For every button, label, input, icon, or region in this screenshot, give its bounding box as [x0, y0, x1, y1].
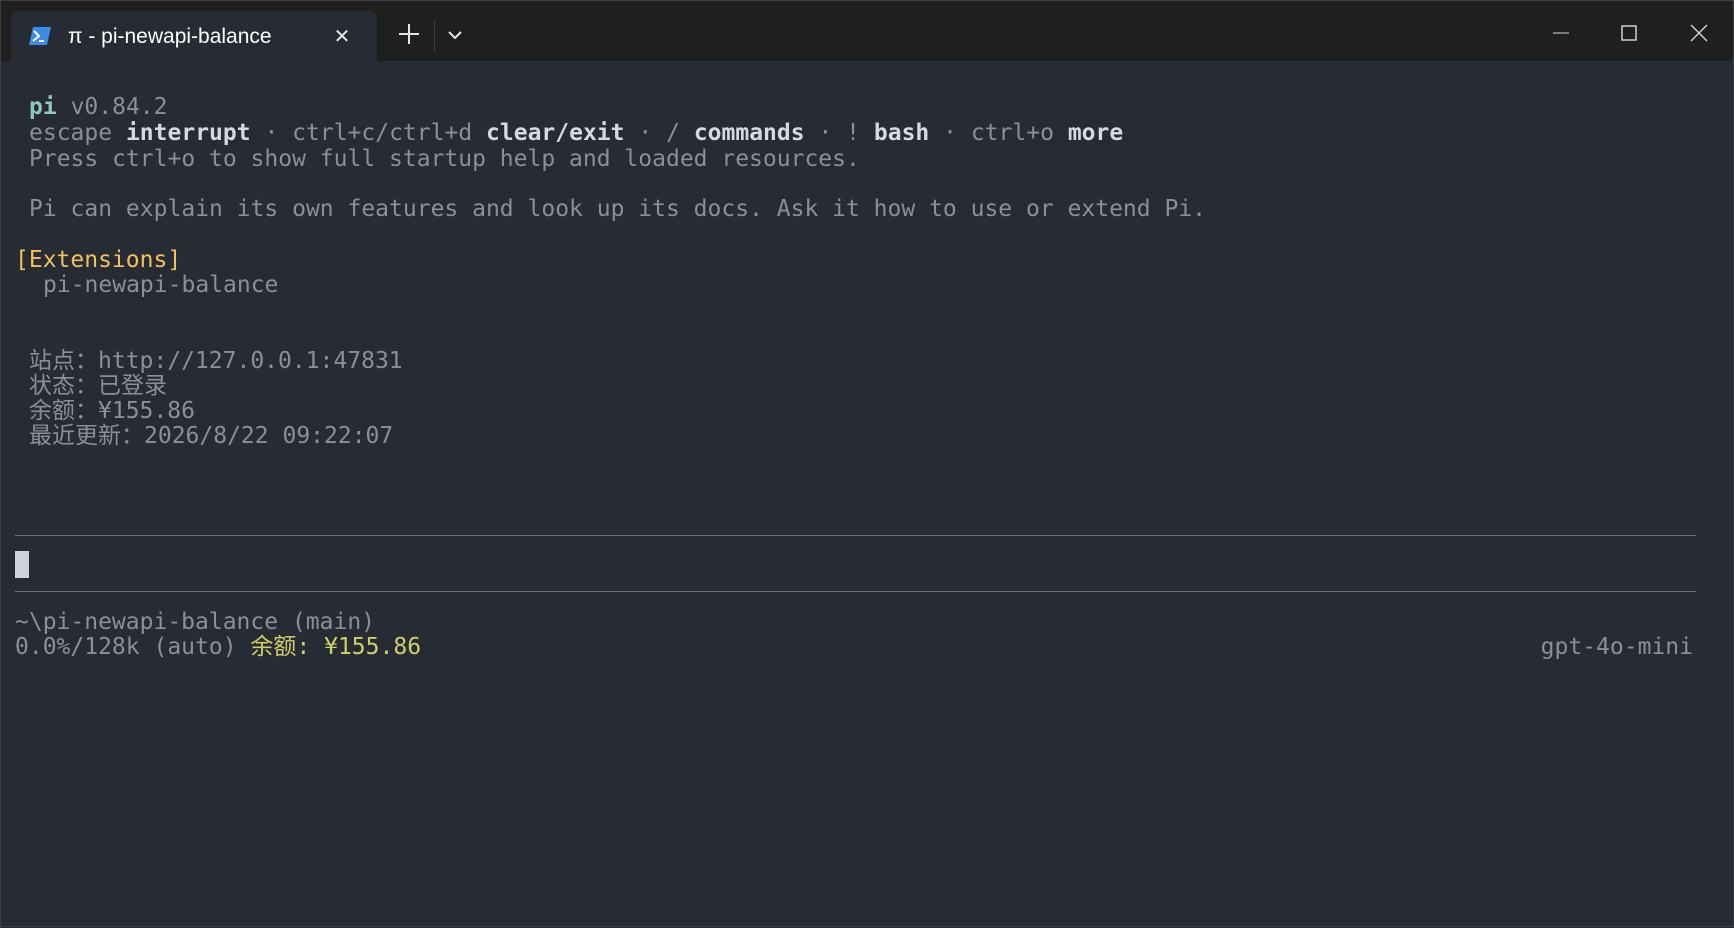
app-name: pi [29, 94, 57, 120]
action-interrupt: interrupt [125, 120, 251, 146]
terminal-output[interactable]: pi v0.84.2 escape interrupt · ctrl+c/ctr… [1, 61, 1733, 928]
action-commands: commands [693, 120, 805, 146]
status-site: 站点：http://127.0.0.1:47831 [29, 347, 403, 375]
editor-bottom-border [15, 591, 1696, 592]
key-bang: ! [846, 120, 861, 146]
editor-top-border [15, 535, 1696, 536]
status-value: http://127.0.0.1:47831 [98, 348, 403, 374]
key-slash: / [666, 120, 680, 146]
status-label: 站点： [29, 348, 98, 374]
help-line: Press ctrl+o to show full startup help a… [29, 146, 860, 172]
powershell-icon [29, 27, 51, 45]
action-clear-exit: clear/exit [486, 120, 625, 146]
status-value: ¥155.86 [98, 398, 195, 424]
key-escape: escape [29, 120, 113, 146]
tab-pi-newapi-balance[interactable]: π - pi-newapi-balance ✕ [11, 11, 377, 61]
status-updated: 最近更新：2026/8/22 09:22:07 [29, 422, 393, 450]
status-value: 2026/8/22 09:22:07 [144, 423, 394, 449]
terminal-window: π - pi-newapi-balance ✕ pi v0.84.2 escap… [0, 0, 1734, 927]
explain-line: Pi can explain its own features and look… [29, 196, 1207, 222]
keybindings-line: escape interrupt · ctrl+c/ctrl+d clear/e… [29, 119, 1123, 147]
context-usage: 0.0%/128k (auto) [15, 634, 237, 660]
titlebar-divider [434, 20, 435, 52]
action-more: more [1067, 120, 1124, 146]
cwd-line: ~\pi-newapi-balance (main) [15, 609, 376, 635]
extension-item: pi-newapi-balance [43, 272, 279, 298]
key-clear: ctrl+c/ctrl+d [292, 120, 473, 146]
version-line: pi v0.84.2 [29, 93, 168, 121]
status-value: 已登录 [98, 373, 167, 399]
maximize-icon[interactable] [1611, 15, 1647, 51]
extensions-heading: [Extensions] [15, 247, 182, 273]
title-bar: π - pi-newapi-balance ✕ [1, 1, 1733, 61]
minimize-icon[interactable] [1543, 15, 1579, 51]
input-cursor[interactable] [15, 551, 29, 578]
context-line: 0.0%/128k (auto) 余额: ¥155.86 [15, 633, 421, 661]
footer-balance: 余额: ¥155.86 [250, 634, 422, 660]
model-name: gpt-4o-mini [1540, 634, 1693, 660]
new-tab-plus-icon[interactable] [395, 20, 423, 48]
close-icon[interactable] [1681, 15, 1717, 51]
tab-title: π - pi-newapi-balance [68, 25, 272, 48]
action-bash: bash [873, 120, 930, 146]
app-version: v0.84.2 [70, 94, 168, 120]
status-label: 最近更新： [29, 423, 144, 449]
status-label: 状态： [29, 373, 98, 399]
separator: · [638, 120, 653, 146]
status-balance: 余额：¥155.86 [29, 397, 195, 425]
separator: · [943, 120, 957, 146]
status-label: 余额： [29, 398, 98, 424]
chevron-down-icon[interactable] [445, 28, 465, 42]
status-login: 状态：已登录 [29, 372, 167, 400]
separator: · [264, 120, 279, 146]
key-ctrl-o: ctrl+o [970, 120, 1054, 146]
separator: · [818, 120, 833, 146]
tab-close-icon[interactable]: ✕ [331, 25, 353, 47]
